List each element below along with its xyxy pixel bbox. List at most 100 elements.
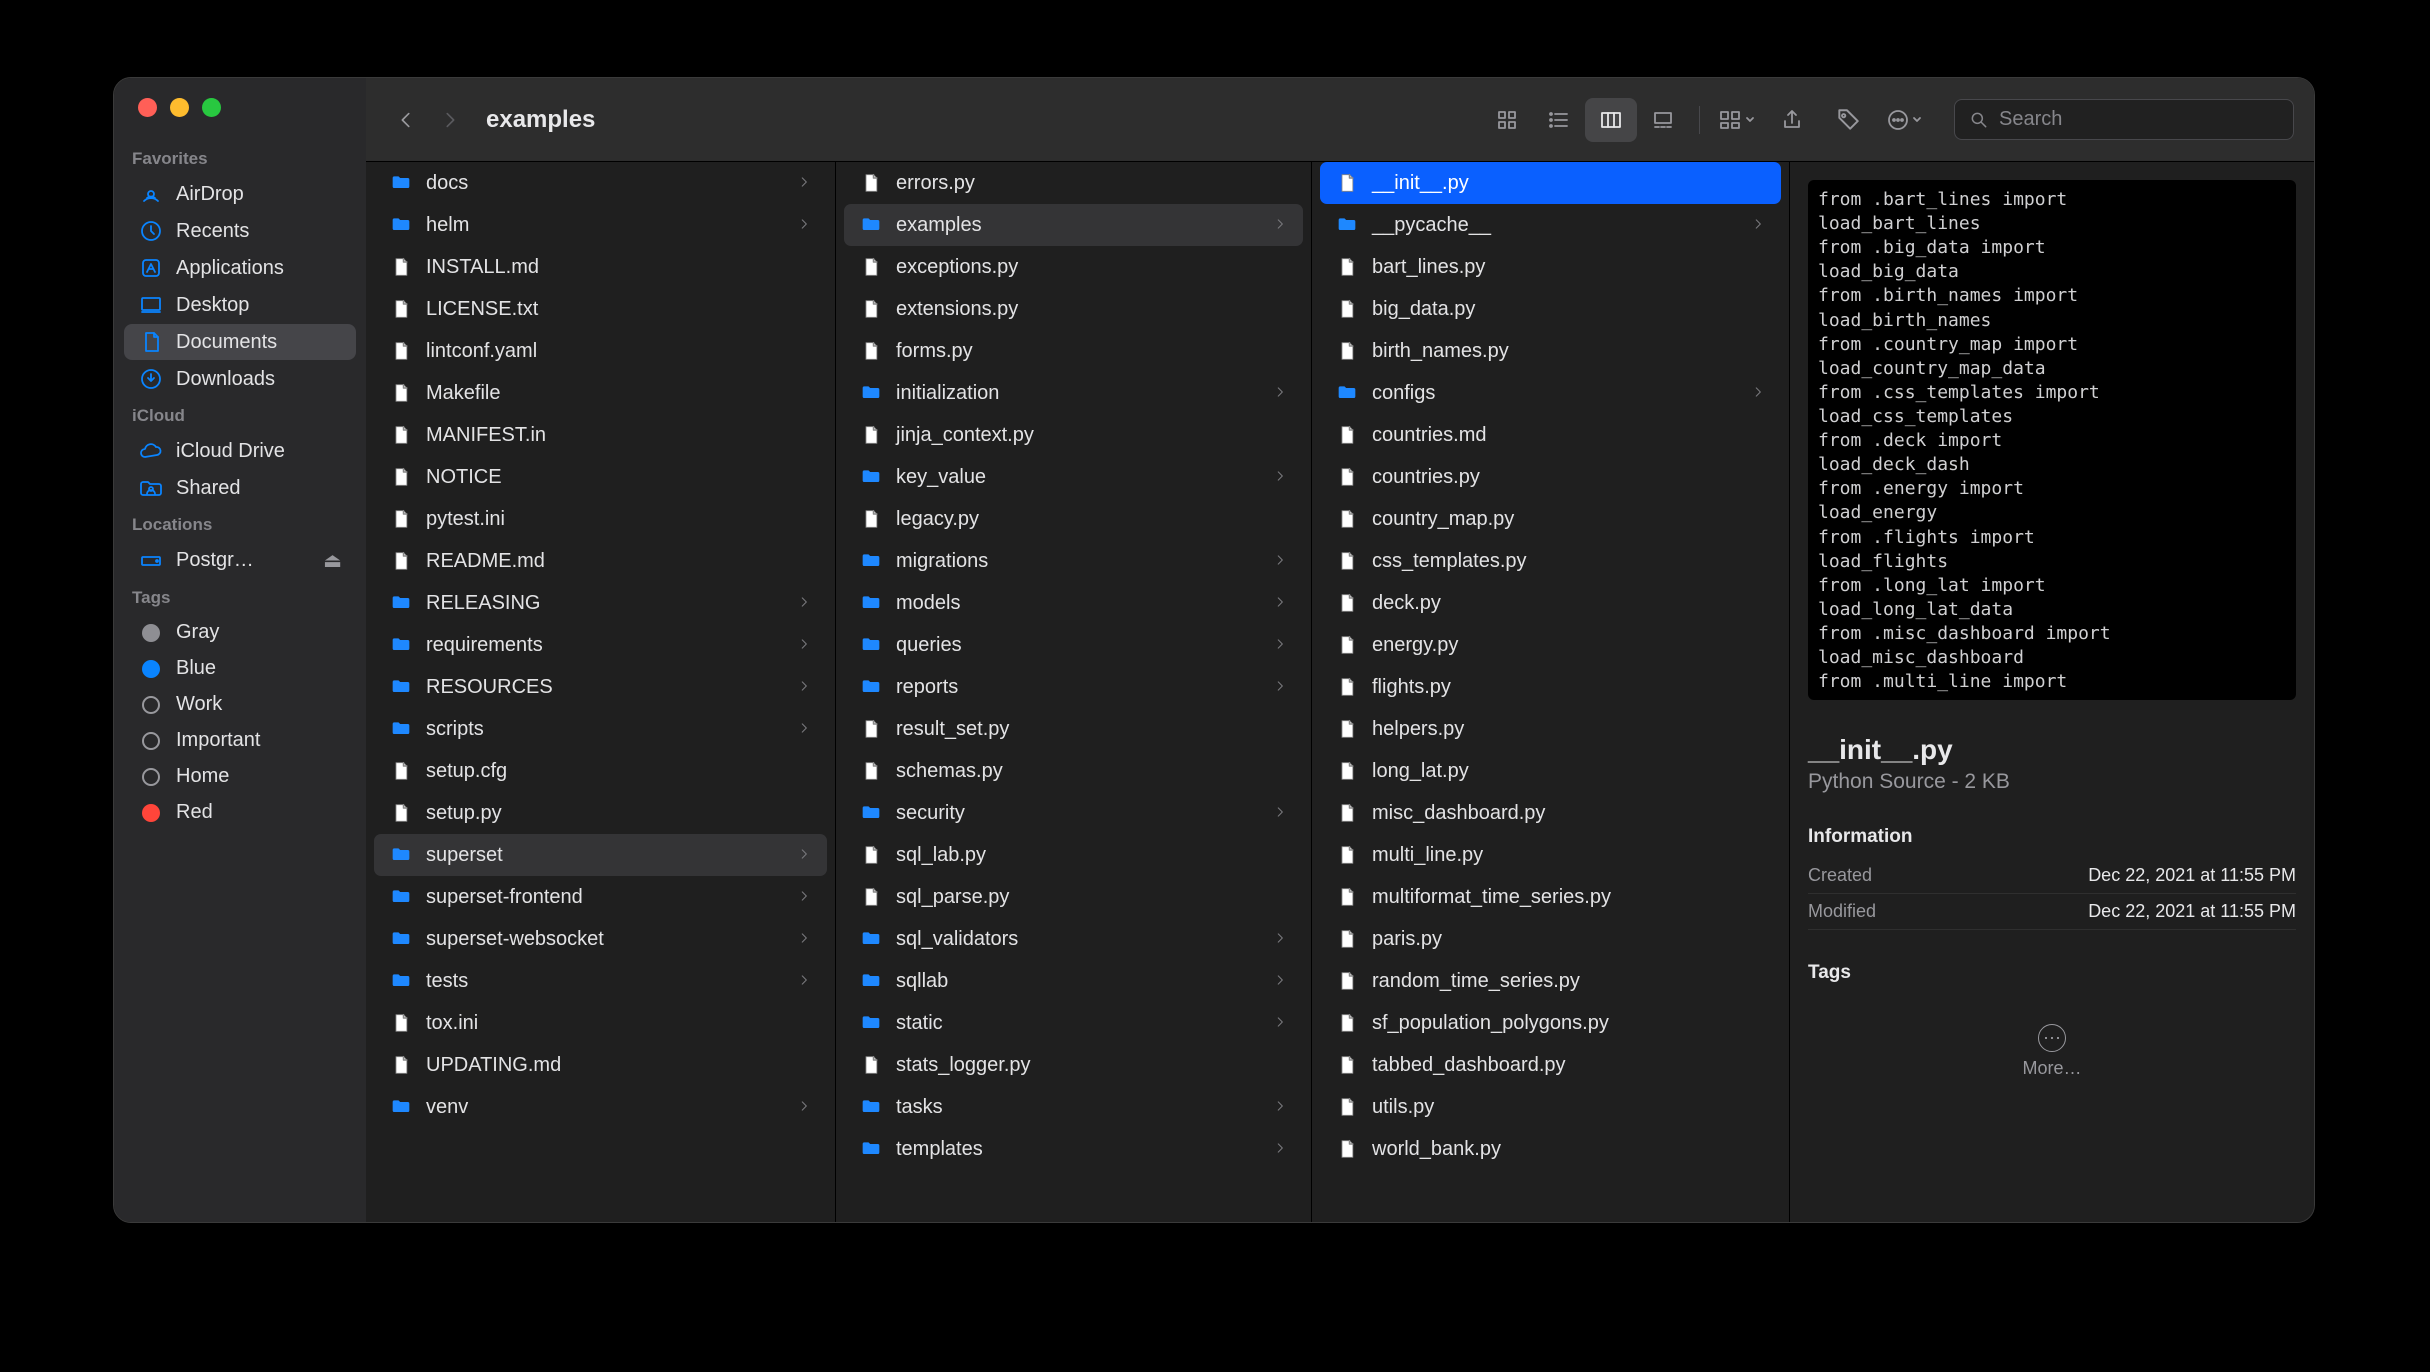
folder-row-queries[interactable]: queries <box>844 624 1303 666</box>
folder-row-models[interactable]: models <box>844 582 1303 624</box>
sidebar-item-work[interactable]: Work <box>124 687 356 722</box>
file-row-multiformat-time-series-py[interactable]: multiformat_time_series.py <box>1320 876 1781 918</box>
file-row-extensions-py[interactable]: extensions.py <box>844 288 1303 330</box>
file-row-random-time-series-py[interactable]: random_time_series.py <box>1320 960 1781 1002</box>
gallery-view-button[interactable] <box>1637 98 1689 142</box>
folder-row-scripts[interactable]: scripts <box>374 708 827 750</box>
list-view-button[interactable] <box>1533 98 1585 142</box>
file-row-tabbed-dashboard-py[interactable]: tabbed_dashboard.py <box>1320 1044 1781 1086</box>
folder-row-examples[interactable]: examples <box>844 204 1303 246</box>
eject-icon[interactable]: ⏏ <box>323 548 342 573</box>
file-row-result-set-py[interactable]: result_set.py <box>844 708 1303 750</box>
sidebar-item-applications[interactable]: Applications <box>124 250 356 286</box>
file-row-license-txt[interactable]: LICENSE.txt <box>374 288 827 330</box>
folder-row-releasing[interactable]: RELEASING <box>374 582 827 624</box>
file-row-utils-py[interactable]: utils.py <box>1320 1086 1781 1128</box>
sidebar-item-red[interactable]: Red <box>124 795 356 830</box>
sidebar-item-blue[interactable]: Blue <box>124 651 356 686</box>
file-row-world-bank-py[interactable]: world_bank.py <box>1320 1128 1781 1170</box>
sidebar-item-desktop[interactable]: Desktop <box>124 287 356 323</box>
folder-row-requirements[interactable]: requirements <box>374 624 827 666</box>
column-1[interactable]: docshelmINSTALL.mdLICENSE.txtlintconf.ya… <box>366 162 836 1222</box>
file-row-helpers-py[interactable]: helpers.py <box>1320 708 1781 750</box>
folder-row-static[interactable]: static <box>844 1002 1303 1044</box>
file-row-energy-py[interactable]: energy.py <box>1320 624 1781 666</box>
file-row-flights-py[interactable]: flights.py <box>1320 666 1781 708</box>
column-view-button[interactable] <box>1585 98 1637 142</box>
folder-row-tests[interactable]: tests <box>374 960 827 1002</box>
file-row-css-templates-py[interactable]: css_templates.py <box>1320 540 1781 582</box>
file-row-lintconf-yaml[interactable]: lintconf.yaml <box>374 330 827 372</box>
file-row-legacy-py[interactable]: legacy.py <box>844 498 1303 540</box>
file-row-multi-line-py[interactable]: multi_line.py <box>1320 834 1781 876</box>
file-row-bart-lines-py[interactable]: bart_lines.py <box>1320 246 1781 288</box>
file-row-misc-dashboard-py[interactable]: misc_dashboard.py <box>1320 792 1781 834</box>
file-row-manifest-in[interactable]: MANIFEST.in <box>374 414 827 456</box>
folder-row--pycache-[interactable]: __pycache__ <box>1320 204 1781 246</box>
sidebar-item-recents[interactable]: Recents <box>124 213 356 249</box>
group-button[interactable] <box>1710 98 1762 142</box>
folder-row-tasks[interactable]: tasks <box>844 1086 1303 1128</box>
file-row-errors-py[interactable]: errors.py <box>844 162 1303 204</box>
folder-row-templates[interactable]: templates <box>844 1128 1303 1170</box>
folder-row-helm[interactable]: helm <box>374 204 827 246</box>
column-3[interactable]: __init__.py__pycache__bart_lines.pybig_d… <box>1312 162 1790 1222</box>
file-row--init-py[interactable]: __init__.py <box>1320 162 1781 204</box>
sidebar-item-important[interactable]: Important <box>124 723 356 758</box>
sidebar-item-gray[interactable]: Gray <box>124 615 356 650</box>
close-button[interactable] <box>138 98 157 117</box>
search-field[interactable] <box>1954 99 2294 140</box>
file-row-pytest-ini[interactable]: pytest.ini <box>374 498 827 540</box>
file-row-schemas-py[interactable]: schemas.py <box>844 750 1303 792</box>
sidebar-item-shared[interactable]: Shared <box>124 470 356 506</box>
search-input[interactable] <box>1999 108 2279 131</box>
folder-row-configs[interactable]: configs <box>1320 372 1781 414</box>
folder-row-reports[interactable]: reports <box>844 666 1303 708</box>
file-row-setup-py[interactable]: setup.py <box>374 792 827 834</box>
tags-button[interactable] <box>1822 98 1874 142</box>
column-2[interactable]: errors.pyexamplesexceptions.pyextensions… <box>836 162 1312 1222</box>
folder-row-docs[interactable]: docs <box>374 162 827 204</box>
file-row-sql-parse-py[interactable]: sql_parse.py <box>844 876 1303 918</box>
file-row-stats-logger-py[interactable]: stats_logger.py <box>844 1044 1303 1086</box>
minimize-button[interactable] <box>170 98 189 117</box>
folder-row-key-value[interactable]: key_value <box>844 456 1303 498</box>
file-row-birth-names-py[interactable]: birth_names.py <box>1320 330 1781 372</box>
file-row-notice[interactable]: NOTICE <box>374 456 827 498</box>
action-button[interactable] <box>1878 98 1930 142</box>
sidebar-item-airdrop[interactable]: AirDrop <box>124 176 356 212</box>
file-row-exceptions-py[interactable]: exceptions.py <box>844 246 1303 288</box>
file-row-makefile[interactable]: Makefile <box>374 372 827 414</box>
share-button[interactable] <box>1766 98 1818 142</box>
file-row-jinja-context-py[interactable]: jinja_context.py <box>844 414 1303 456</box>
file-row-countries-py[interactable]: countries.py <box>1320 456 1781 498</box>
folder-row-sql-validators[interactable]: sql_validators <box>844 918 1303 960</box>
file-row-tox-ini[interactable]: tox.ini <box>374 1002 827 1044</box>
folder-row-sqllab[interactable]: sqllab <box>844 960 1303 1002</box>
zoom-button[interactable] <box>202 98 221 117</box>
sidebar-item-home[interactable]: Home <box>124 759 356 794</box>
folder-row-initialization[interactable]: initialization <box>844 372 1303 414</box>
file-row-install-md[interactable]: INSTALL.md <box>374 246 827 288</box>
folder-row-resources[interactable]: RESOURCES <box>374 666 827 708</box>
folder-row-migrations[interactable]: migrations <box>844 540 1303 582</box>
sidebar-item-postgr-[interactable]: Postgr…⏏ <box>124 542 356 579</box>
file-row-readme-md[interactable]: README.md <box>374 540 827 582</box>
file-row-deck-py[interactable]: deck.py <box>1320 582 1781 624</box>
sidebar-item-icloud-drive[interactable]: iCloud Drive <box>124 433 356 469</box>
forward-button[interactable] <box>430 100 470 140</box>
folder-row-security[interactable]: security <box>844 792 1303 834</box>
folder-row-superset-websocket[interactable]: superset-websocket <box>374 918 827 960</box>
file-row-sf-population-polygons-py[interactable]: sf_population_polygons.py <box>1320 1002 1781 1044</box>
more-section[interactable]: ⋯ More… <box>1808 1024 2296 1079</box>
sidebar-item-downloads[interactable]: Downloads <box>124 361 356 397</box>
file-row-long-lat-py[interactable]: long_lat.py <box>1320 750 1781 792</box>
sidebar-item-documents[interactable]: Documents <box>124 324 356 360</box>
file-row-big-data-py[interactable]: big_data.py <box>1320 288 1781 330</box>
file-row-sql-lab-py[interactable]: sql_lab.py <box>844 834 1303 876</box>
file-row-forms-py[interactable]: forms.py <box>844 330 1303 372</box>
folder-row-superset[interactable]: superset <box>374 834 827 876</box>
file-row-updating-md[interactable]: UPDATING.md <box>374 1044 827 1086</box>
back-button[interactable] <box>386 100 426 140</box>
file-row-countries-md[interactable]: countries.md <box>1320 414 1781 456</box>
